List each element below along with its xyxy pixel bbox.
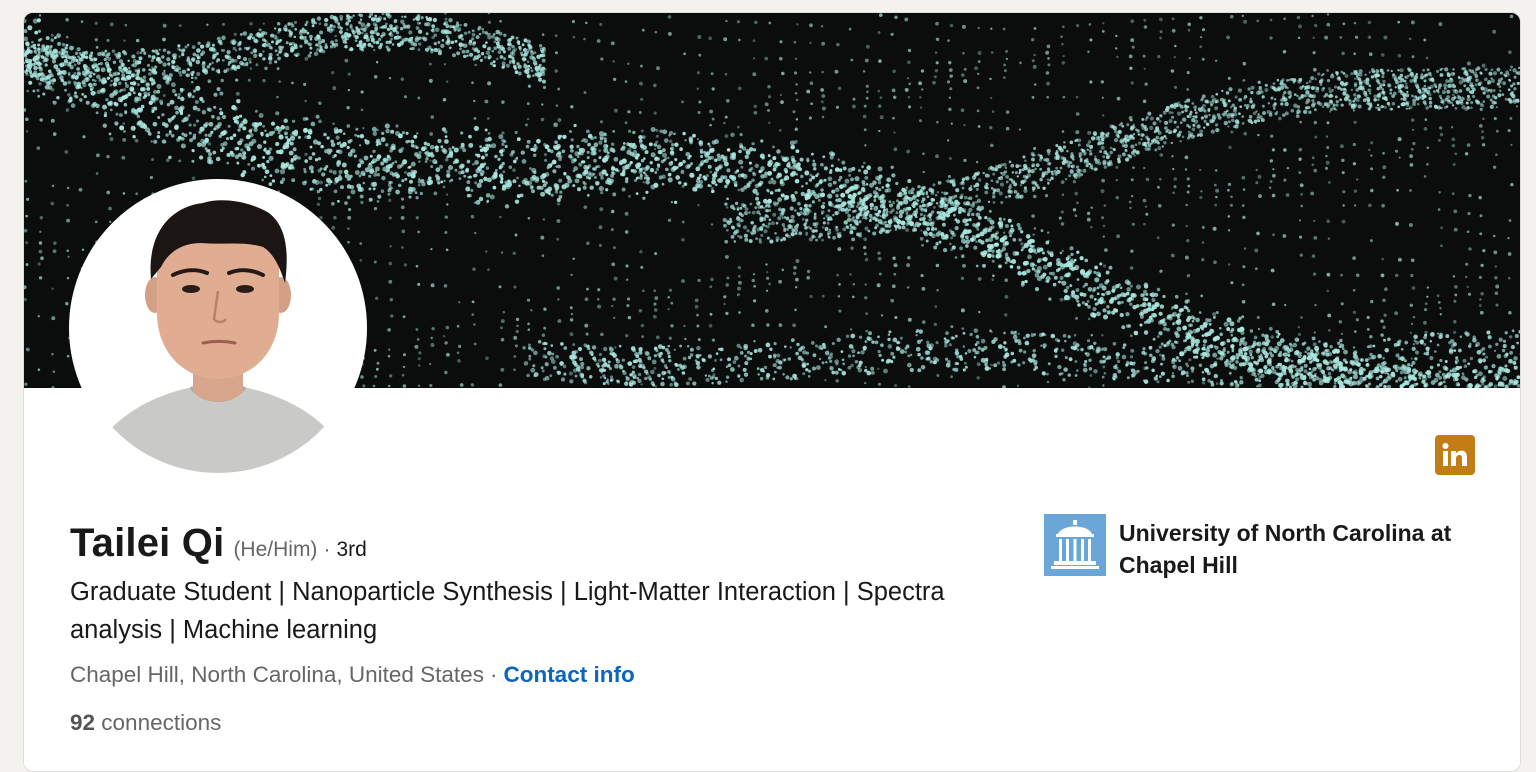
connections-row[interactable]: 92 connections (70, 710, 221, 736)
linkedin-icon (1442, 443, 1467, 466)
location-row: Chapel Hill, North Carolina, United Stat… (70, 662, 635, 688)
profile-card: Tailei Qi (He/Him) · 3rd Graduate Studen… (23, 12, 1521, 772)
contact-info-link[interactable]: Contact info (503, 662, 634, 687)
profile-pronouns: (He/Him) (233, 538, 318, 561)
profile-headline: Graduate Student | Nanoparticle Synthesi… (70, 578, 945, 644)
name-row: Tailei Qi (He/Him) · 3rd (70, 521, 367, 566)
linkedin-badge[interactable] (1435, 435, 1475, 475)
school-name: University of North Carolina at Chapel H… (1119, 520, 1452, 578)
education-school-link[interactable]: University of North Carolina at Chapel H… (1044, 514, 1459, 581)
degree-separator: · (323, 538, 331, 561)
profile-name: Tailei Qi (70, 521, 225, 565)
connections-label: connections (101, 710, 222, 735)
avatar-portrait (73, 183, 363, 473)
profile-photo[interactable] (69, 179, 367, 477)
location-separator: · (489, 662, 498, 687)
profile-location: Chapel Hill, North Carolina, United Stat… (70, 662, 484, 687)
old-well-icon (1044, 514, 1106, 576)
connections-count: 92 (70, 710, 96, 735)
connection-degree: 3rd (336, 538, 367, 561)
